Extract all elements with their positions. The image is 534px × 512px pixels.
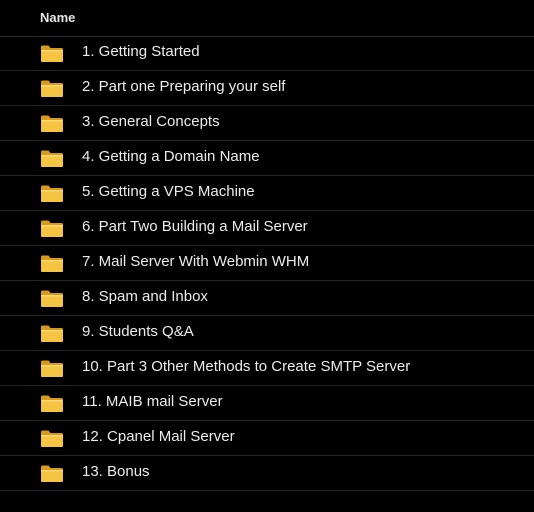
- folder-icon: [40, 394, 64, 413]
- folder-icon: [40, 359, 64, 378]
- folder-name: 9. Students Q&A: [82, 323, 194, 340]
- list-item[interactable]: 6. Part Two Building a Mail Server: [0, 211, 534, 246]
- list-item[interactable]: 10. Part 3 Other Methods to Create SMTP …: [0, 351, 534, 386]
- list-item[interactable]: 1. Getting Started: [0, 36, 534, 71]
- folder-name: 1. Getting Started: [82, 43, 200, 60]
- folder-icon: [40, 324, 64, 343]
- list-item[interactable]: 8. Spam and Inbox: [0, 281, 534, 316]
- folder-name: 5. Getting a VPS Machine: [82, 183, 255, 200]
- list-item[interactable]: 9. Students Q&A: [0, 316, 534, 351]
- folder-icon: [40, 114, 64, 133]
- list-item[interactable]: 3. General Concepts: [0, 106, 534, 141]
- folder-icon: [40, 44, 64, 63]
- folder-name: 7. Mail Server With Webmin WHM: [82, 253, 310, 270]
- folder-name: 4. Getting a Domain Name: [82, 148, 260, 165]
- folder-name: 6. Part Two Building a Mail Server: [82, 218, 308, 235]
- list-item[interactable]: 4. Getting a Domain Name: [0, 141, 534, 176]
- folder-icon: [40, 289, 64, 308]
- folder-icon: [40, 79, 64, 98]
- folder-icon: [40, 184, 64, 203]
- folder-name: 2. Part one Preparing your self: [82, 78, 286, 95]
- list-item[interactable]: 11. MAIB mail Server: [0, 386, 534, 421]
- folder-name: 11. MAIB mail Server: [82, 393, 223, 410]
- folder-icon: [40, 219, 64, 238]
- list-item[interactable]: 13. Bonus: [0, 456, 534, 491]
- list-item[interactable]: 5. Getting a VPS Machine: [0, 176, 534, 211]
- folder-name: 13. Bonus: [82, 463, 150, 480]
- folder-name: 3. General Concepts: [82, 113, 220, 130]
- folder-icon: [40, 429, 64, 448]
- folder-name: 8. Spam and Inbox: [82, 288, 208, 305]
- column-header: Name: [0, 0, 534, 37]
- name-column-header[interactable]: Name: [40, 10, 75, 25]
- list-item[interactable]: 2. Part one Preparing your self: [0, 71, 534, 106]
- folder-name: 12. Cpanel Mail Server: [82, 428, 235, 445]
- list-item[interactable]: 12. Cpanel Mail Server: [0, 421, 534, 456]
- folder-icon: [40, 149, 64, 168]
- folder-icon: [40, 254, 64, 273]
- list-item[interactable]: 7. Mail Server With Webmin WHM: [0, 246, 534, 281]
- file-list: 1. Getting Started 2. Part one Preparing…: [0, 36, 534, 491]
- folder-icon: [40, 464, 64, 483]
- folder-name: 10. Part 3 Other Methods to Create SMTP …: [82, 358, 411, 375]
